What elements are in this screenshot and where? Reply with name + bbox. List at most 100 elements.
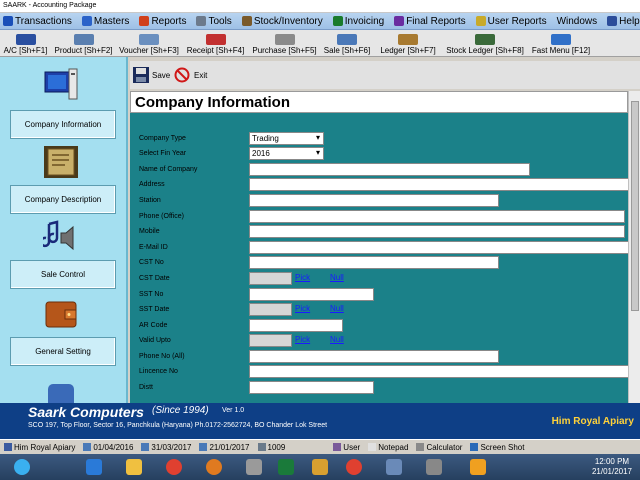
toolbar-receipt-button[interactable]: Receipt [Sh+F4] [182,30,249,57]
phone-no-all-input[interactable] [249,350,499,363]
paint-icon-glyph [386,459,402,475]
media-icon-glyph [470,459,486,475]
sale-icon [337,34,357,45]
explorer-icon-glyph [126,459,142,475]
speaker-icon[interactable] [43,220,79,254]
footer-client-name: Him Royal Apiary [551,416,634,427]
general-setting-button[interactable]: General Setting [10,337,116,366]
toolbar-sale-button[interactable]: Sale [Sh+F6] [320,30,374,57]
folder-icon[interactable] [304,456,336,478]
excel-icon[interactable] [270,456,302,478]
menu-icon [607,16,618,26]
sst-no-input[interactable] [249,288,374,301]
menu-windows[interactable]: Windows [554,13,601,30]
window-title-bar: SAARK - Accounting Package [0,0,640,13]
menu-final-reports[interactable]: Final Reports [391,13,468,30]
toolbar-voucher-button[interactable]: Voucher [Sh+F3] [116,30,182,57]
scroll-icon[interactable] [43,145,79,179]
cst-no-input[interactable] [249,256,499,269]
name-of-company-input[interactable] [249,163,530,176]
menu-user-reports[interactable]: User Reports [473,13,550,30]
cst-date-pick-link[interactable]: Pick [295,273,310,282]
menu-label: Invoicing [344,15,385,27]
address-input[interactable] [249,178,628,191]
phone-office-input[interactable] [249,210,625,223]
status-calculator-item[interactable]: Calculator [412,443,466,452]
firefox-icon[interactable] [198,456,230,478]
menu-invoicing[interactable]: Invoicing [330,13,387,30]
toolbar-product-button[interactable]: Product [Sh+F2] [51,30,116,57]
company-description-button[interactable]: Company Description [10,185,116,214]
distt-label: Distt [139,384,153,391]
chrome-icon-glyph [346,459,362,475]
e-mail-id-input[interactable] [249,241,628,254]
distt-input[interactable] [249,381,374,394]
sst-date-field[interactable] [249,303,292,316]
station-input[interactable] [249,194,499,207]
menu-reports[interactable]: Reports [136,13,189,30]
wallet-icon[interactable] [43,297,79,331]
menu-label: Tools [208,15,232,27]
status-notepad-item[interactable]: Notepad [364,443,412,452]
station-label: Station [139,197,161,204]
valid-upto-field[interactable] [249,334,292,347]
menu-transactions[interactable]: Transactions [0,13,75,30]
cst-date-field[interactable] [249,272,292,285]
start-icon[interactable] [6,456,38,478]
company-type-select[interactable]: Trading [249,132,324,145]
save-button[interactable]: Save [132,65,170,85]
company-type-label: Company Type [139,135,186,142]
cst-date-null-link[interactable]: Null [330,273,344,282]
menu-help[interactable]: Help [604,13,640,30]
settings-icon-glyph [426,459,442,475]
scrollbar-thumb[interactable] [631,101,639,311]
footer-version: Ver 1.0 [222,407,245,414]
valid-upto-null-link[interactable]: Null [330,335,344,344]
menu-stock-inventory[interactable]: Stock/Inventory [239,13,326,30]
voucher-icon [139,34,159,45]
sale-control-label: Sale Control [40,270,86,279]
taskbar-date: 21/01/2017 [591,467,632,476]
menu-tools[interactable]: Tools [193,13,234,30]
explorer-icon[interactable] [118,456,150,478]
vertical-scrollbar[interactable] [628,91,640,403]
exit-button[interactable]: Exit [174,65,207,85]
company-information-button[interactable]: Company Information [10,110,116,139]
sst-date-pick-link[interactable]: Pick [295,304,310,313]
status-user-item[interactable]: User [329,443,364,452]
toolbar-purchase-button[interactable]: Purchase [Sh+F5] [249,30,320,57]
select-fin-year-select[interactable]: 2016 [249,147,324,160]
ie-icon[interactable] [78,456,110,478]
toolbar-fast-menu-button[interactable]: Fast Menu [F12] [528,30,594,57]
name-of-company-label: Name of Company [139,166,198,173]
ar-code-input[interactable] [249,319,343,332]
valid-upto-pick-link[interactable]: Pick [295,335,310,344]
chrome-icon[interactable] [158,456,190,478]
toolbar-label: Product [Sh+F2] [54,46,113,55]
chrome-icon[interactable] [338,456,370,478]
menu-icon [81,16,92,26]
media-icon[interactable] [462,456,494,478]
lincence-no-input[interactable] [249,365,628,378]
toolbar-ledger-button[interactable]: Ledger [Sh+F7] [374,30,442,57]
taskbar-clock[interactable]: 12:00 PM 21/01/2017 [592,457,632,477]
mobile-input[interactable] [249,225,625,238]
app-icon[interactable] [238,456,270,478]
toolbar-label: Sale [Sh+F6] [323,46,371,55]
toolbar-stock-ledger-button[interactable]: Stock Ledger [Sh+F8] [442,30,528,57]
taskbar-time: 12:00 PM [594,457,630,466]
status-camera-item[interactable]: Screen Shot [466,443,528,452]
stock-ledger-icon [475,34,495,45]
monitor-icon[interactable] [43,67,79,101]
menu-masters[interactable]: Masters [79,13,133,30]
general-setting-label: General Setting [35,347,91,356]
sst-date-null-link[interactable]: Null [330,304,344,313]
toolbar-label: Stock Ledger [Sh+F8] [446,46,524,55]
status-text: User [343,442,361,452]
paint-icon[interactable] [378,456,410,478]
toolbar-account-button[interactable]: A/C [Sh+F1] [0,30,51,57]
sale-control-button[interactable]: Sale Control [10,260,116,289]
next-item-icon[interactable] [43,381,79,403]
settings-icon[interactable] [418,456,450,478]
server-icon [257,443,266,451]
